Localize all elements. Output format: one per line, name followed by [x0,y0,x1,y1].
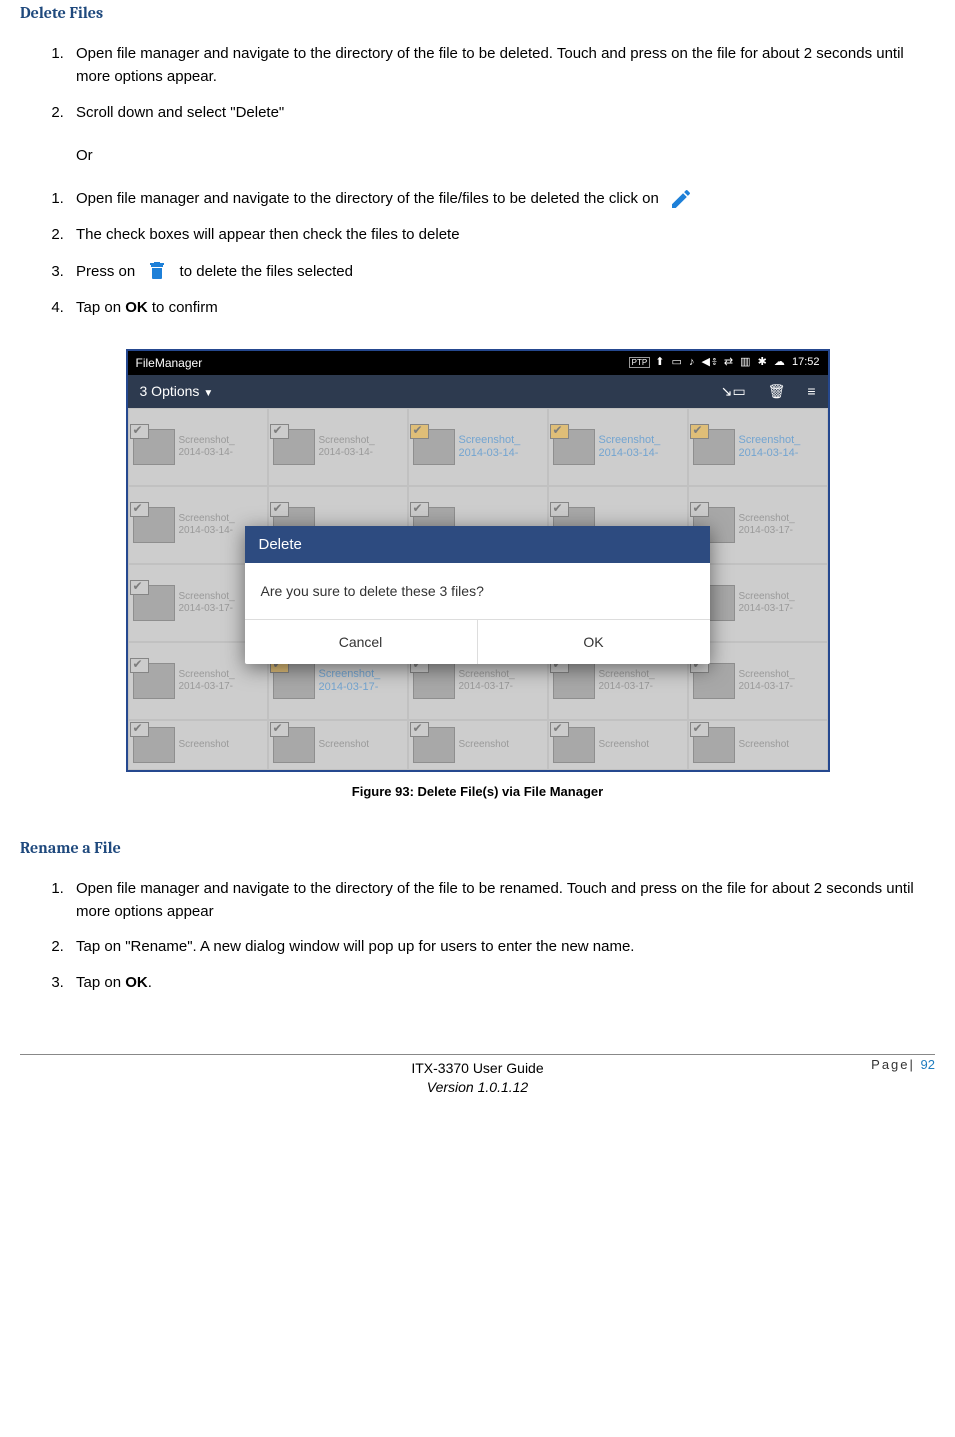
page-number: Page| 92 [871,1057,935,1072]
rename-s3-a: Tap on [76,974,125,991]
file-cell[interactable]: Screenshot [128,720,268,770]
status-bar: FileManager PTP ⬆ ▭ ♪ ◀៖ ⇄ ▥ ✱ ☁ 17:52 [128,351,828,375]
step-b3: Press on to delete the files selected [68,258,935,283]
section-delete-title: Delete Files [20,4,935,22]
rename-steps: Open file manager and navigate to the di… [20,877,935,994]
step-a1: Open file manager and navigate to the di… [68,42,935,89]
rename-s3-b: OK [125,974,148,991]
file-grid: Screenshot_2014-03-14- Screenshot_2014-0… [128,408,828,770]
file-cell[interactable]: Screenshot [408,720,548,770]
step-b1-text: Open file manager and navigate to the di… [76,190,659,207]
step-b1: Open file manager and navigate to the di… [68,187,935,211]
step-b3-text-a: Press on [76,263,135,280]
delete-icon[interactable]: 🗑 [768,383,786,399]
file-cell[interactable]: Screenshot [688,720,828,770]
edit-icon [669,187,693,211]
dialog-title: Delete [245,526,710,563]
delete-dialog: Delete Are you sure to delete these 3 fi… [245,526,710,664]
file-cell[interactable]: Screenshot_2014-03-14- [268,408,408,486]
figure-caption: Figure 93: Delete File(s) via File Manag… [20,784,935,799]
step-b4-b: OK [125,299,148,316]
file-cell[interactable]: Screenshot_2014-03-14- [128,408,268,486]
ptp-icon: PTP [629,357,651,368]
rename-step-2: Tap on "Rename". A new dialog window wil… [68,935,935,958]
delete-steps-a: Open file manager and navigate to the di… [20,42,935,124]
file-cell[interactable]: Screenshot_2014-03-14- [548,408,688,486]
file-cell[interactable]: Screenshot [268,720,408,770]
rename-step-3: Tap on OK. [68,971,935,994]
menu-icon[interactable]: ≡ [807,383,815,399]
section-rename-title: Rename a File [20,839,935,857]
screenshot-filemanager: FileManager PTP ⬆ ▭ ♪ ◀៖ ⇄ ▥ ✱ ☁ 17:52 3… [126,349,830,772]
figure-wrap: FileManager PTP ⬆ ▭ ♪ ◀៖ ⇄ ▥ ✱ ☁ 17:52 3… [20,349,935,799]
file-cell[interactable]: Screenshot_2014-03-14- [688,408,828,486]
rename-step-1: Open file manager and navigate to the di… [68,877,935,924]
app-title: FileManager [136,356,203,370]
file-cell[interactable]: Screenshot_2014-03-14- [408,408,548,486]
footer-rule [20,1054,935,1055]
or-text: Or [76,144,935,167]
toolbar-title: 3 Options [140,383,200,399]
move-icon[interactable]: ↘▭ [721,383,746,399]
delete-steps-b: Open file manager and navigate to the di… [20,187,935,319]
footer-center: ITX-3370 User Guide Version 1.0.1.12 [411,1059,543,1098]
step-b4-c: to confirm [148,299,218,316]
footer-line1: ITX-3370 User Guide [411,1060,543,1076]
dialog-body: Are you sure to delete these 3 files? [245,563,710,620]
step-b4-a: Tap on [76,299,125,316]
rename-s3-c: . [148,974,152,991]
step-b3-text-b: to delete the files selected [180,263,353,280]
toolbar: 3 Options ▼ ↘▭ 🗑 ≡ [128,375,828,408]
toolbar-actions: ↘▭ 🗑 ≡ [703,383,816,400]
step-b2: The check boxes will appear then check t… [68,223,935,246]
dropdown-icon[interactable]: ▼ [203,388,213,399]
file-cell[interactable]: Screenshot [548,720,688,770]
footer: Page| 92 ITX-3370 User Guide Version 1.0… [20,1059,935,1098]
step-b4: Tap on OK to confirm [68,296,935,319]
trash-icon [145,258,169,282]
status-icons: PTP ⬆ ▭ ♪ ◀៖ ⇄ ▥ ✱ ☁ 17:52 [629,355,820,371]
time: 17:52 [792,356,820,368]
ok-button[interactable]: OK [478,620,710,664]
step-a2: Scroll down and select "Delete" [68,101,935,124]
footer-line2: Version 1.0.1.12 [427,1079,528,1095]
cancel-button[interactable]: Cancel [245,620,478,664]
